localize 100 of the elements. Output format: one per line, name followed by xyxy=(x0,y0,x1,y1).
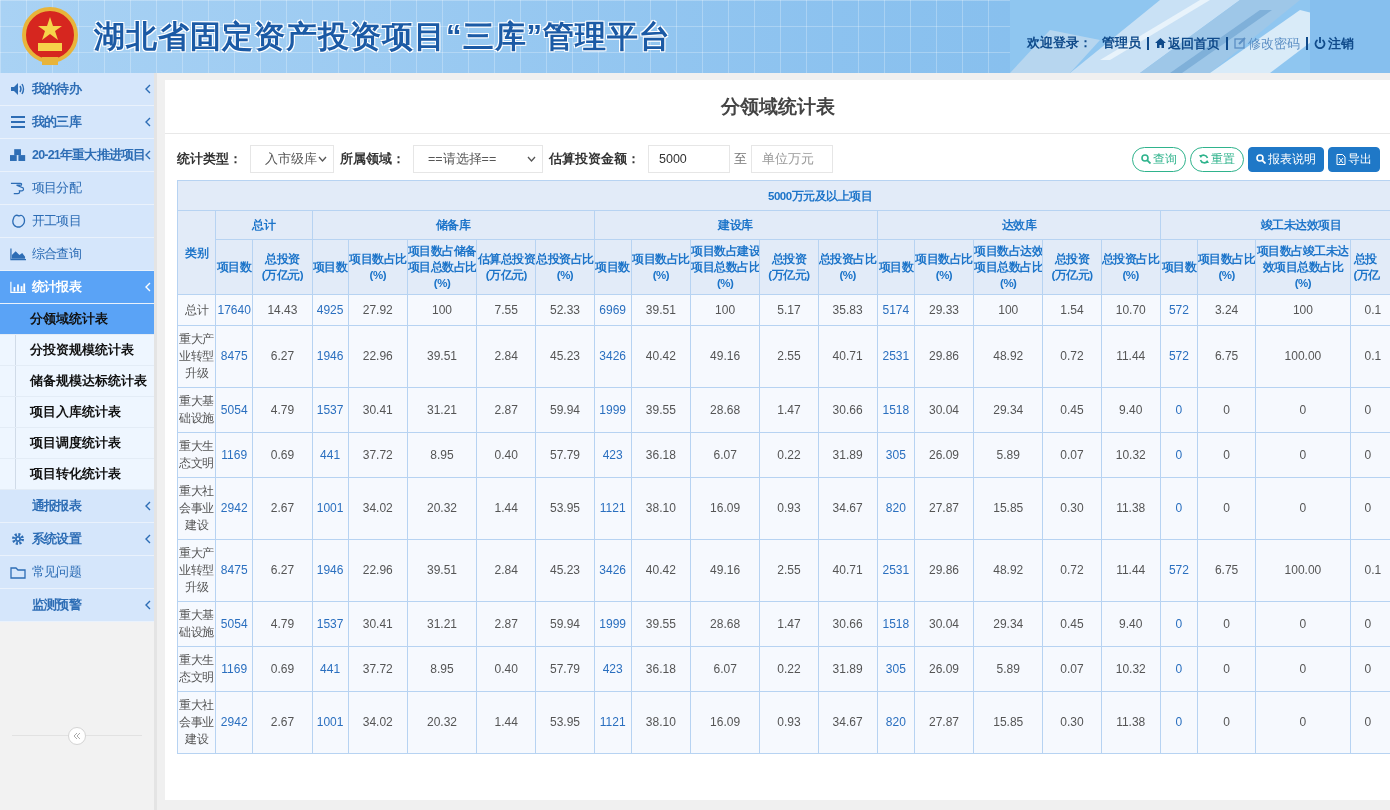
table-cell: 6.27 xyxy=(252,325,312,388)
nav-item[interactable]: 项目分配 xyxy=(0,172,154,205)
nav-item[interactable]: 统计报表 xyxy=(0,271,154,304)
table-cell: 15.85 xyxy=(973,477,1043,540)
count-link[interactable]: 0 xyxy=(1160,387,1198,433)
table-cell: 0 xyxy=(1255,432,1351,478)
count-link[interactable]: 1999 xyxy=(594,601,632,647)
count-link[interactable]: 3426 xyxy=(594,325,632,388)
count-link[interactable]: 441 xyxy=(312,432,349,478)
table-cell: 11.44 xyxy=(1101,325,1161,388)
toolbar-button[interactable]: 报表说明 xyxy=(1248,146,1324,172)
count-link[interactable]: 0 xyxy=(1160,601,1198,647)
count-link[interactable]: 572 xyxy=(1160,325,1198,388)
count-link[interactable]: 2942 xyxy=(215,477,253,540)
count-link[interactable]: 0 xyxy=(1160,691,1198,754)
count-link[interactable]: 2531 xyxy=(877,325,915,388)
count-link[interactable]: 820 xyxy=(877,691,915,754)
nav-item[interactable]: 监测预警 xyxy=(0,589,154,622)
count-link[interactable]: 0 xyxy=(1160,646,1198,692)
bar-chart-icon xyxy=(10,280,26,294)
group-header: 总计 xyxy=(215,210,312,240)
table-cell: 22.96 xyxy=(348,325,408,388)
toolbar-button[interactable]: 查询 xyxy=(1132,146,1186,172)
column-header: 估算总投资 (万亿元) xyxy=(476,239,536,295)
emblem-icon xyxy=(22,6,78,67)
count-link[interactable]: 3426 xyxy=(594,539,632,602)
collapse-button[interactable] xyxy=(68,727,86,745)
table-cell: 0 xyxy=(1255,477,1351,540)
table-cell: 11.38 xyxy=(1101,477,1161,540)
count-link[interactable]: 572 xyxy=(1160,539,1198,602)
count-link[interactable]: 1001 xyxy=(312,477,349,540)
table-cell: 100 xyxy=(690,294,760,326)
table-cell: 49.16 xyxy=(690,325,760,388)
table-cell: 2.55 xyxy=(759,539,818,602)
column-header: 总投资 (万亿元) xyxy=(252,239,312,295)
edit-icon xyxy=(1234,37,1246,49)
count-link[interactable]: 305 xyxy=(877,646,915,692)
nav-item[interactable]: 综合查询 xyxy=(0,238,154,271)
amount-field[interactable]: 单位万元 xyxy=(751,145,833,173)
count-link[interactable]: 1999 xyxy=(594,387,632,433)
nav-item[interactable]: 开工项目 xyxy=(0,205,154,238)
count-link[interactable]: 8475 xyxy=(215,325,253,388)
header-link[interactable]: 修改密码 xyxy=(1226,36,1306,50)
count-link[interactable]: 1946 xyxy=(312,325,349,388)
count-link[interactable]: 1121 xyxy=(594,477,632,540)
double-chevron-icon xyxy=(73,732,81,740)
count-link[interactable]: 1518 xyxy=(877,387,915,433)
select-field[interactable]: 入市级库 xyxy=(250,145,334,173)
filter-label: 所属领域： xyxy=(340,150,405,168)
count-link[interactable]: 1946 xyxy=(312,539,349,602)
nav-subitem[interactable]: 储备规模达标统计表 xyxy=(0,366,154,397)
nav-item[interactable]: 我的三库 xyxy=(0,106,154,139)
table-cell: 57.79 xyxy=(535,432,595,478)
nav-item[interactable]: 我的待办 xyxy=(0,73,154,106)
table-cell: 35.83 xyxy=(818,294,878,326)
count-link[interactable]: 1001 xyxy=(312,691,349,754)
nav-item[interactable]: 常见问题 xyxy=(0,556,154,589)
count-link[interactable]: 2531 xyxy=(877,539,915,602)
table-cell: 0 xyxy=(1255,646,1351,692)
nav-subitem[interactable]: 项目入库统计表 xyxy=(0,397,154,428)
count-link[interactable]: 1121 xyxy=(594,691,632,754)
group-header: 储备库 xyxy=(312,210,595,240)
toolbar-button[interactable]: 导出 xyxy=(1328,146,1380,172)
header-link[interactable]: 注销 xyxy=(1306,36,1360,50)
count-link[interactable]: 1518 xyxy=(877,601,915,647)
count-link[interactable]: 8475 xyxy=(215,539,253,602)
caret-icon xyxy=(527,156,536,162)
count-link[interactable]: 1169 xyxy=(215,646,253,692)
count-link[interactable]: 5054 xyxy=(215,387,253,433)
count-link[interactable]: 1169 xyxy=(215,432,253,478)
speaker-icon xyxy=(10,82,26,96)
nav-item[interactable]: 20-21年重大推进项目 xyxy=(0,139,154,172)
header-link[interactable]: 返回首页 xyxy=(1147,36,1226,50)
count-link[interactable]: 2942 xyxy=(215,691,253,754)
count-link[interactable]: 423 xyxy=(594,432,632,478)
amount-field[interactable]: 5000 xyxy=(648,145,730,173)
table-cell: 0.22 xyxy=(759,432,818,478)
nav-item[interactable]: 通报报表 xyxy=(0,490,154,523)
toolbar-button[interactable]: 重置 xyxy=(1190,146,1244,172)
count-link[interactable]: 0 xyxy=(1160,477,1198,540)
nav-subitem[interactable]: 分领域统计表 xyxy=(0,304,154,335)
nav-item[interactable]: 系统设置 xyxy=(0,523,154,556)
site-title: 湖北省固定资产投资项目“三库”管理平台 xyxy=(94,17,671,56)
count-link[interactable]: 5054 xyxy=(215,601,253,647)
table-cell: 31.89 xyxy=(818,646,878,692)
count-link[interactable]: 1537 xyxy=(312,601,349,647)
table-cell: 0.40 xyxy=(476,646,536,692)
count-link[interactable]: 0 xyxy=(1160,432,1198,478)
count-link[interactable]: 423 xyxy=(594,646,632,692)
table-cell: 11.38 xyxy=(1101,691,1161,754)
nav-subitem[interactable]: 项目调度统计表 xyxy=(0,428,154,459)
count-link[interactable]: 1537 xyxy=(312,387,349,433)
column-header: 项目数占比 (%) xyxy=(914,239,974,295)
nav-subitem[interactable]: 分投资规模统计表 xyxy=(0,335,154,366)
area-chart-icon xyxy=(10,247,26,261)
count-link[interactable]: 441 xyxy=(312,646,349,692)
count-link[interactable]: 820 xyxy=(877,477,915,540)
select-field[interactable]: ==请选择== xyxy=(413,145,543,173)
user-name: 管理员 xyxy=(1102,34,1141,52)
count-link[interactable]: 305 xyxy=(877,432,915,478)
